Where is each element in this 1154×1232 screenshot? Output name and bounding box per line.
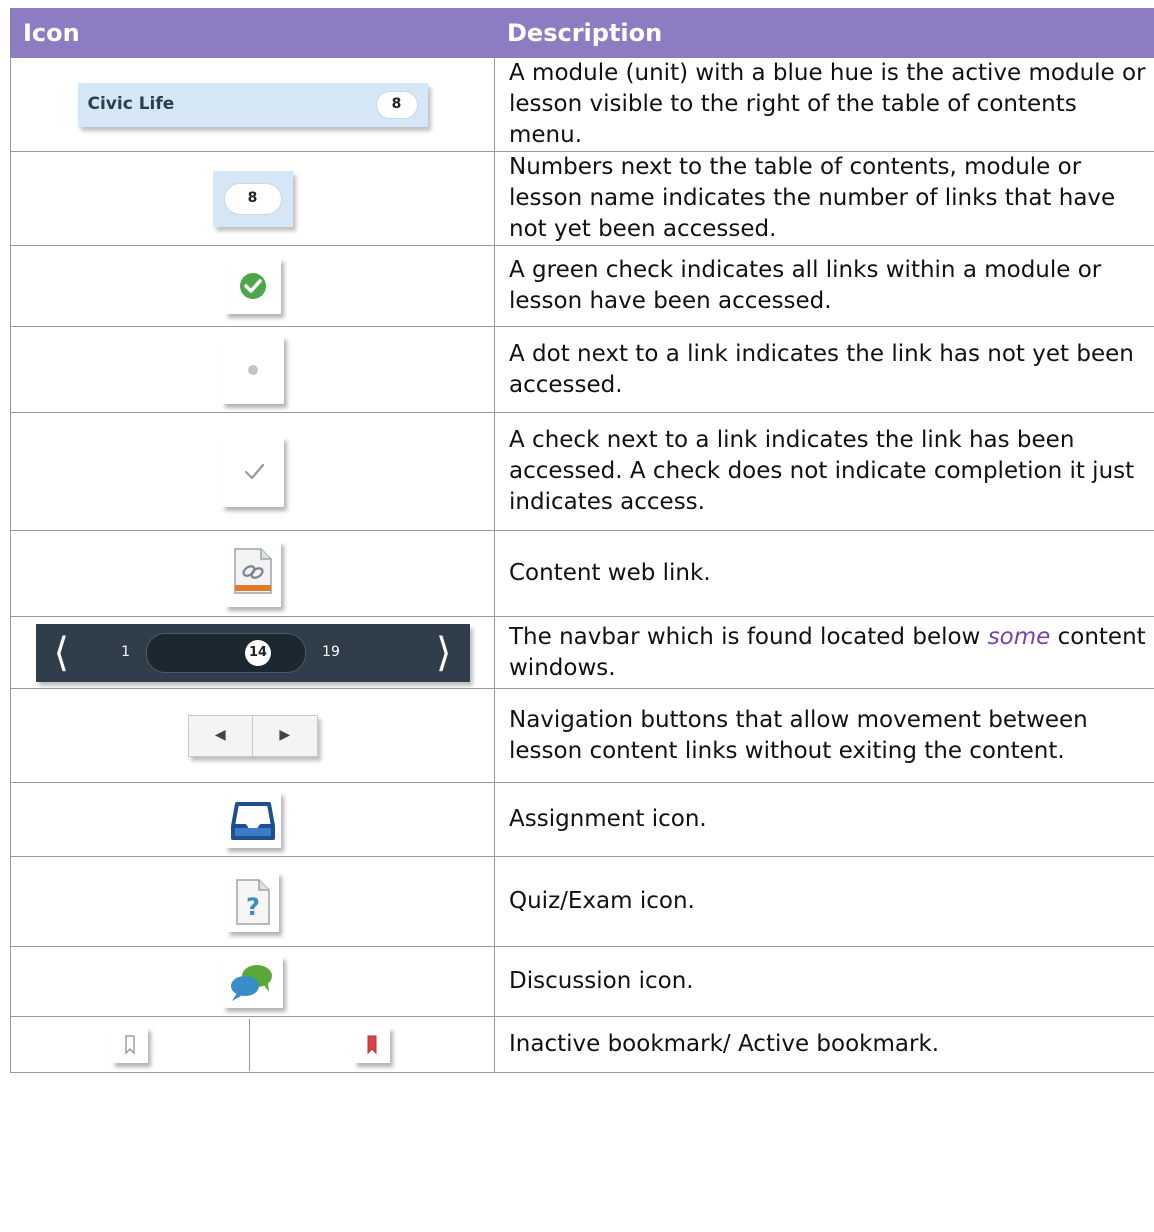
- icon-cell: [10, 782, 495, 857]
- description-column-header: Description: [494, 8, 1154, 58]
- icon-cell: [10, 412, 495, 531]
- icon-cell: 8: [10, 151, 495, 246]
- table-header-row: Icon Description: [10, 8, 1154, 58]
- module-title: Civic Life: [87, 94, 175, 114]
- description-cell: The navbar which is found located below …: [494, 616, 1154, 689]
- icon-cell: [10, 326, 495, 413]
- icon-cell: [10, 530, 495, 617]
- description-cell: A module (unit) with a blue hue is the a…: [494, 57, 1154, 152]
- green-check-icon: [224, 258, 281, 314]
- navbar-track: 14: [146, 632, 307, 673]
- quiz-icon: ?: [226, 871, 279, 932]
- table-row: ? Quiz/Exam icon.: [10, 856, 1154, 947]
- check-icon: [221, 436, 284, 507]
- description-cell: Assignment icon.: [494, 782, 1154, 857]
- icon-cell: ?: [10, 856, 495, 947]
- table-row: ◀ ▶ Navigation buttons that allow moveme…: [10, 688, 1154, 783]
- svg-text:?: ?: [246, 893, 260, 921]
- icon-cell: ◀ ▶: [10, 688, 495, 783]
- table-row: Content web link.: [10, 530, 1154, 617]
- table-row: A dot next to a link indicates the link …: [10, 326, 1154, 413]
- assignment-icon: [224, 791, 281, 848]
- description-cell: A green check indicates all links within…: [494, 245, 1154, 327]
- previous-arrow-icon: ◀: [214, 727, 226, 743]
- navbar-sample: ⟨ 1 14 19 ⟩: [35, 623, 470, 682]
- active-module-sample: Civic Life 8: [77, 82, 428, 127]
- description-cell: Navigation buttons that allow movement b…: [494, 688, 1154, 783]
- description-cell: Discussion icon.: [494, 946, 1154, 1017]
- chevron-left-icon: ⟨: [53, 629, 70, 676]
- navbar-current-page: 14: [245, 639, 272, 666]
- next-arrow-icon: ▶: [252, 715, 317, 756]
- nav-buttons-sample: ◀ ▶: [187, 714, 318, 757]
- description-cell: Quiz/Exam icon.: [494, 856, 1154, 947]
- table-row: Inactive bookmark/ Active bookmark.: [10, 1016, 1154, 1073]
- active-bookmark-icon: [354, 1026, 390, 1063]
- unread-count-badge: 8: [223, 182, 282, 215]
- emphasis-text: some: [987, 623, 1051, 650]
- unread-count-badge: 8: [375, 90, 418, 119]
- description-cell: A check next to a link indicates the lin…: [494, 412, 1154, 531]
- icon-cell: [10, 245, 495, 327]
- icon-cell: [10, 1016, 495, 1073]
- description-cell: A dot next to a link indicates the link …: [494, 326, 1154, 413]
- table-row: 8 Numbers next to the table of contents,…: [10, 151, 1154, 246]
- description-cell: Content web link.: [494, 530, 1154, 617]
- navbar-end-number: 19: [322, 644, 340, 660]
- dot-icon: [221, 335, 284, 404]
- icon-cell: [10, 946, 495, 1017]
- icon-cell: ⟨ 1 14 19 ⟩: [10, 616, 495, 689]
- inactive-bookmark-icon: [112, 1026, 148, 1063]
- count-badge-sample: 8: [212, 170, 293, 227]
- table-row: ⟨ 1 14 19 ⟩ The navbar which is found lo…: [10, 616, 1154, 689]
- chevron-right-icon: ⟩: [435, 629, 452, 676]
- icon-column-header: Icon: [10, 8, 495, 58]
- description-cell: Inactive bookmark/ Active bookmark.: [494, 1016, 1154, 1073]
- icon-cell: Civic Life 8: [10, 57, 495, 152]
- web-link-icon: [224, 540, 281, 607]
- discussion-icon: [222, 955, 283, 1008]
- navbar-start-number: 1: [121, 644, 131, 660]
- table-row: A check next to a link indicates the lin…: [10, 412, 1154, 531]
- description-cell: Numbers next to the table of contents, m…: [494, 151, 1154, 246]
- icon-legend-table: Icon Description Civic Life 8 A module (…: [10, 8, 1154, 1073]
- table-row: Civic Life 8 A module (unit) with a blue…: [10, 57, 1154, 152]
- table-row: Assignment icon.: [10, 782, 1154, 857]
- table-row: Discussion icon.: [10, 946, 1154, 1017]
- table-row: A green check indicates all links within…: [10, 245, 1154, 327]
